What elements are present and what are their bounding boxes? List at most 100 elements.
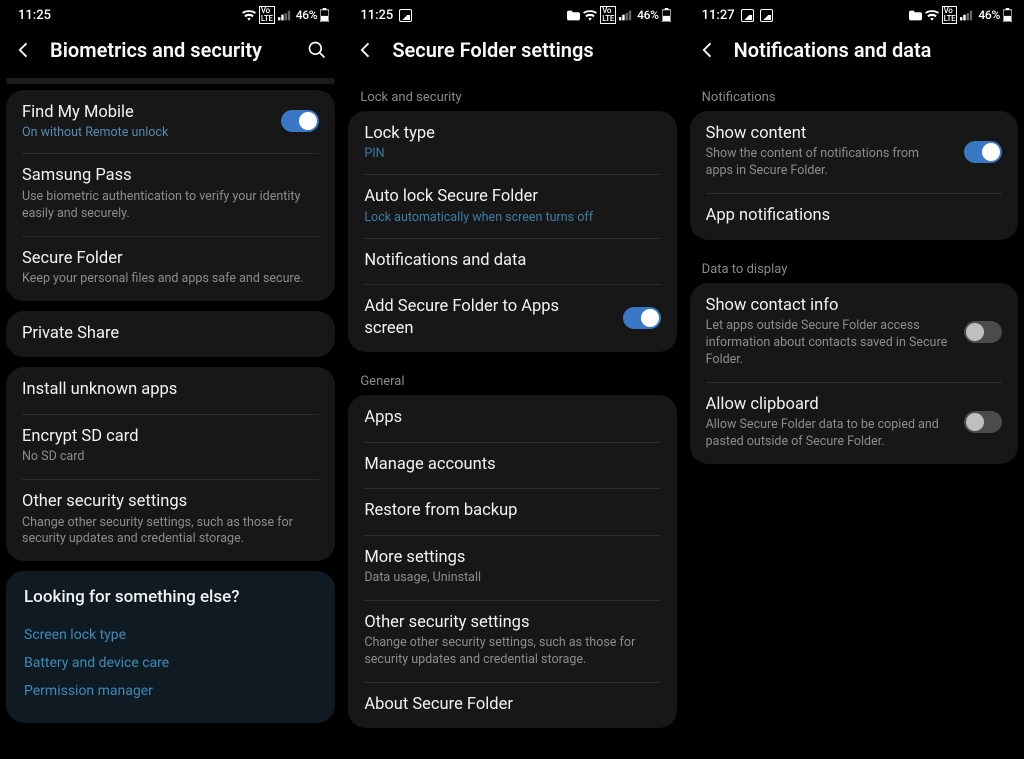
row-notifications-data[interactable]: Notifications and data — [348, 238, 676, 284]
row-subtitle: Lock automatically when screen turns off — [364, 210, 660, 225]
category-label: Lock and security — [342, 78, 682, 111]
row-title: Notifications and data — [364, 250, 660, 271]
status-bar: 11:27 VoLTE 46% — [684, 0, 1024, 28]
row-find-my-mobile[interactable]: Find My Mobile On without Remote unlock — [6, 90, 335, 153]
screen-secure-folder-settings: 11:25 VoLTE 46% Secure Folder settings L… — [341, 0, 682, 759]
page-title: Secure Folder settings — [392, 38, 668, 62]
row-title: Manage accounts — [364, 454, 660, 475]
row-title: Install unknown apps — [22, 379, 319, 400]
toggle-find-my-mobile[interactable] — [281, 110, 319, 132]
screen-notifications-and-data: 11:27 VoLTE 46% Notifications and data N… — [683, 0, 1024, 759]
scroll-indicator — [6, 78, 335, 84]
row-add-to-apps-screen[interactable]: Add Secure Folder to Apps screen — [348, 284, 676, 352]
row-subtitle: Show the content of notifications from a… — [706, 146, 948, 180]
row-secure-folder[interactable]: Secure Folder Keep your personal files a… — [6, 236, 335, 301]
row-title: Encrypt SD card — [22, 426, 319, 447]
signal-icon — [960, 10, 973, 21]
settings-group-general: Apps Manage accounts Restore from backup… — [348, 395, 676, 728]
toggle-add-to-apps[interactable] — [623, 307, 661, 329]
row-other-security-settings[interactable]: Other security settings Change other sec… — [6, 479, 335, 561]
battery-icon — [662, 8, 671, 22]
row-encrypt-sd-card[interactable]: Encrypt SD card No SD card — [6, 414, 335, 479]
row-subtitle: Let apps outside Secure Folder access in… — [706, 318, 948, 369]
link-battery-device-care[interactable]: Battery and device care — [24, 649, 317, 677]
row-title: Samsung Pass — [22, 165, 319, 186]
row-restore-backup[interactable]: Restore from backup — [348, 488, 676, 534]
secure-folder-status-icon — [909, 10, 922, 21]
suggestions-card: Looking for something else? Screen lock … — [6, 571, 335, 723]
row-subtitle: Change other security settings, such as … — [22, 515, 319, 549]
row-subtitle: Change other security settings, such as … — [364, 635, 660, 669]
header: Notifications and data — [684, 28, 1024, 78]
battery-percent: 46% — [296, 8, 318, 22]
row-subtitle: PIN — [364, 146, 660, 161]
row-title: Apps — [364, 407, 660, 428]
back-icon[interactable] — [356, 40, 376, 60]
volte-icon: VoLTE — [600, 6, 616, 24]
search-icon[interactable] — [307, 40, 327, 60]
toggle-allow-clipboard[interactable] — [964, 411, 1002, 433]
row-manage-accounts[interactable]: Manage accounts — [348, 442, 676, 488]
status-time: 11:25 — [18, 8, 51, 23]
row-lock-type[interactable]: Lock type PIN — [348, 111, 676, 174]
row-title: Auto lock Secure Folder — [364, 186, 660, 207]
row-title: Add Secure Folder to Apps screen — [364, 296, 606, 339]
header: Biometrics and security — [0, 28, 341, 78]
row-app-notifications[interactable]: App notifications — [690, 193, 1018, 239]
category-label: General — [342, 362, 682, 395]
row-samsung-pass[interactable]: Samsung Pass Use biometric authenticatio… — [6, 153, 335, 235]
wifi-icon — [242, 10, 256, 21]
toggle-show-content[interactable] — [964, 141, 1002, 163]
row-apps[interactable]: Apps — [348, 395, 676, 441]
battery-icon — [320, 8, 329, 22]
battery-icon — [1003, 8, 1012, 22]
signal-icon — [619, 10, 632, 21]
row-subtitle: Data usage, Uninstall — [364, 570, 660, 587]
row-subtitle: Keep your personal files and apps safe a… — [22, 271, 319, 288]
link-screen-lock-type[interactable]: Screen lock type — [24, 621, 317, 649]
battery-percent: 46% — [637, 8, 659, 22]
settings-group: Find My Mobile On without Remote unlock … — [6, 90, 335, 301]
picture-icon — [760, 9, 773, 22]
header: Secure Folder settings — [342, 28, 682, 78]
row-title: Other security settings — [364, 612, 660, 633]
status-time: 11:27 — [702, 8, 735, 23]
link-permission-manager[interactable]: Permission manager — [24, 677, 317, 705]
row-show-contact-info[interactable]: Show contact info Let apps outside Secur… — [690, 283, 1018, 382]
row-title: Private Share — [22, 323, 319, 344]
row-subtitle: No SD card — [22, 449, 319, 466]
settings-group: Private Share — [6, 311, 335, 357]
row-title: More settings — [364, 547, 660, 568]
row-auto-lock[interactable]: Auto lock Secure Folder Lock automatical… — [348, 174, 676, 237]
row-title: App notifications — [706, 205, 1002, 226]
row-subtitle: Use biometric authentication to verify y… — [22, 189, 319, 223]
settings-group-data-display: Show contact info Let apps outside Secur… — [690, 283, 1018, 464]
back-icon[interactable] — [14, 40, 34, 60]
battery-percent: 46% — [978, 8, 1000, 22]
row-subtitle: Allow Secure Folder data to be copied an… — [706, 417, 948, 451]
row-title: Find My Mobile — [22, 102, 265, 123]
picture-icon — [741, 9, 754, 22]
volte-icon: VoLTE — [942, 6, 958, 24]
row-title: Secure Folder — [22, 248, 319, 269]
back-icon[interactable] — [698, 40, 718, 60]
toggle-show-contact-info[interactable] — [964, 321, 1002, 343]
row-allow-clipboard[interactable]: Allow clipboard Allow Secure Folder data… — [690, 382, 1018, 464]
settings-group-lock: Lock type PIN Auto lock Secure Folder Lo… — [348, 111, 676, 352]
category-label: Data to display — [684, 250, 1024, 283]
wifi-icon — [583, 10, 597, 21]
status-time: 11:25 — [360, 8, 393, 23]
status-bar: 11:25 VoLTE 46% — [342, 0, 682, 28]
wifi-icon — [925, 10, 939, 21]
secure-folder-status-icon — [567, 10, 580, 21]
suggestions-heading: Looking for something else? — [24, 587, 317, 607]
row-more-settings[interactable]: More settings Data usage, Uninstall — [348, 535, 676, 600]
row-show-content[interactable]: Show content Show the content of notific… — [690, 111, 1018, 193]
row-title: Show content — [706, 123, 948, 144]
row-about-secure-folder[interactable]: About Secure Folder — [348, 682, 676, 728]
row-title: Other security settings — [22, 491, 319, 512]
row-install-unknown-apps[interactable]: Install unknown apps — [6, 367, 335, 413]
page-title: Biometrics and security — [50, 38, 291, 62]
row-private-share[interactable]: Private Share — [6, 311, 335, 357]
row-other-security-settings[interactable]: Other security settings Change other sec… — [348, 600, 676, 682]
